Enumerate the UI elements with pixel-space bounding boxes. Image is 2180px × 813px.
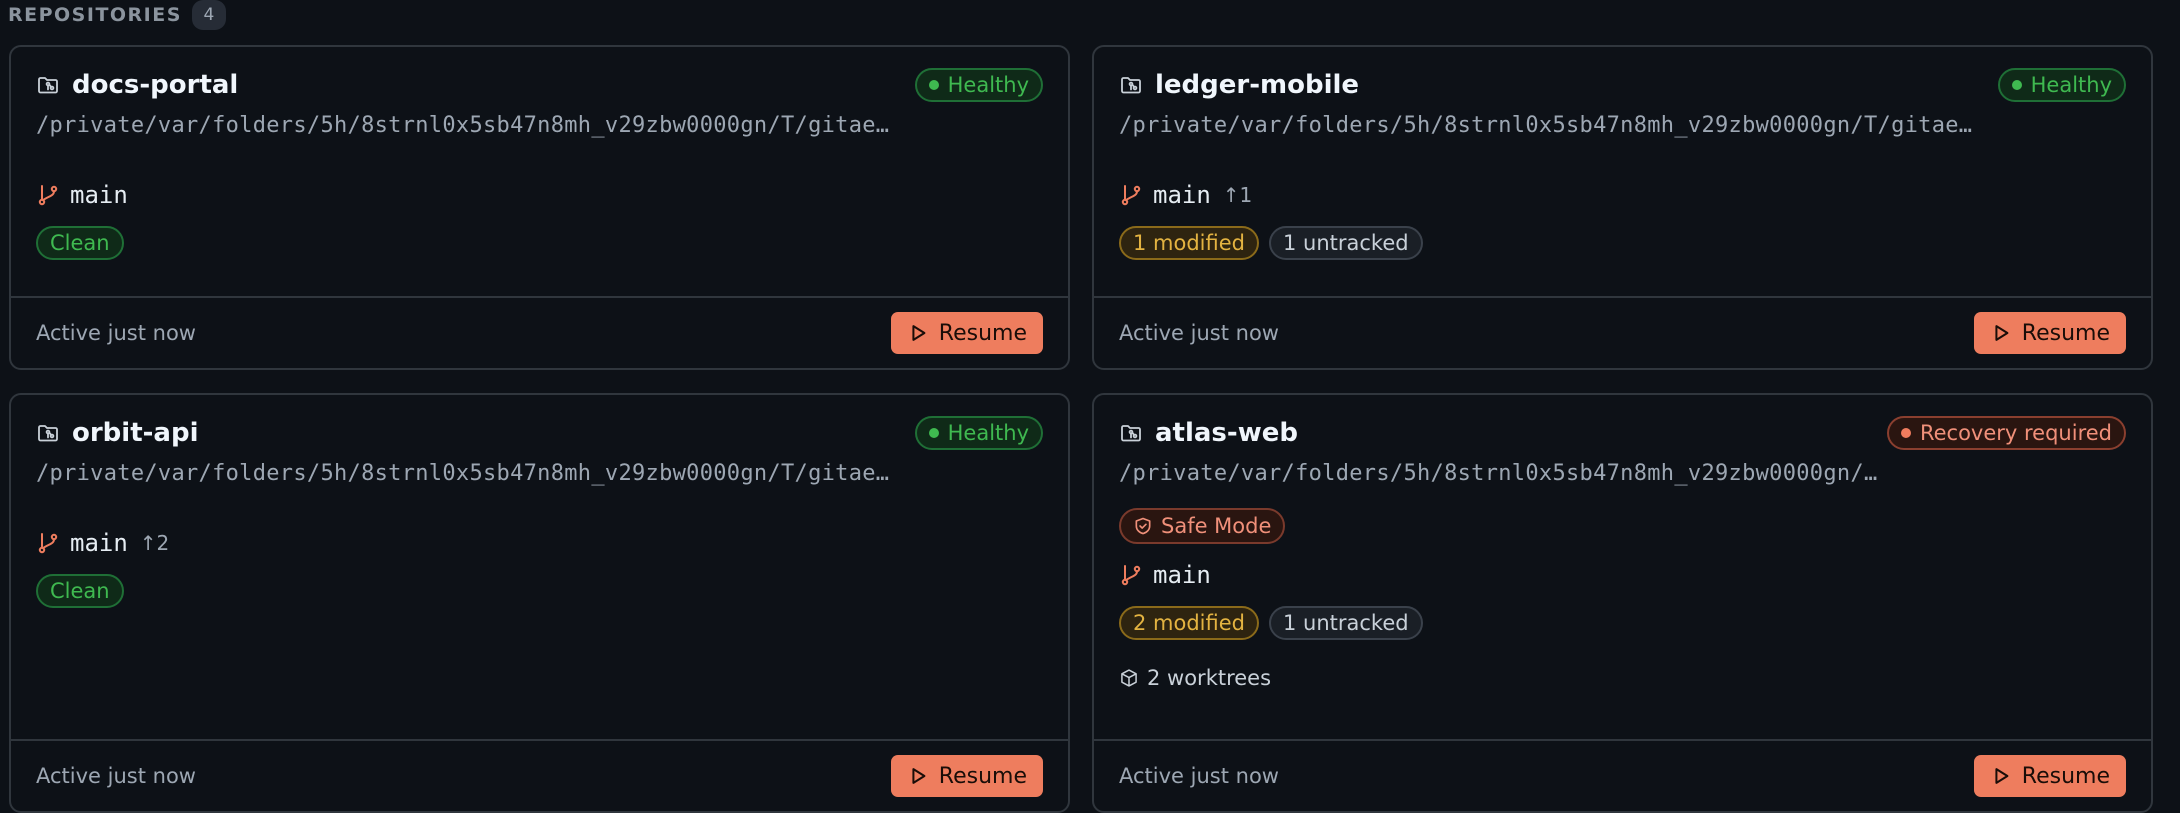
repo-name[interactable]: orbit-api	[72, 418, 199, 448]
repo-card-orbit-api: orbit-api Healthy /private/var/folders/5…	[9, 393, 1070, 813]
status-dot-icon	[2011, 80, 2022, 90]
git-branch-icon	[36, 183, 60, 207]
repositories-header: REPOSITORIES 4	[8, 0, 226, 30]
repo-path: /private/var/folders/5h/8strnl0x5sb47n8m…	[36, 461, 894, 486]
change-badges: 1 modified 1 untracked	[1119, 226, 2126, 260]
repo-card-docs-portal: docs-portal Healthy /private/var/folders…	[9, 45, 1070, 370]
change-badges: Clean	[36, 226, 1043, 260]
status-dot-icon	[928, 428, 939, 438]
untracked-badge: 1 untracked	[1268, 226, 1423, 260]
resume-label: Resume	[938, 320, 1027, 346]
repo-path: /private/var/folders/5h/8strnl0x5sb47n8m…	[1119, 113, 1977, 138]
git-branch-icon	[36, 531, 60, 555]
untracked-badge: 1 untracked	[1268, 606, 1423, 640]
ahead-count: ↑1	[1222, 183, 1253, 207]
clean-badge: Clean	[36, 574, 124, 608]
play-icon	[1990, 322, 2012, 344]
safe-mode-badge: Safe Mode	[1119, 508, 1286, 544]
status-badge: Healthy	[914, 68, 1043, 102]
status-dot-icon	[928, 80, 939, 90]
activity-status: Active just now	[1119, 321, 1279, 345]
branch-name: main	[70, 529, 128, 557]
resume-label: Resume	[2021, 763, 2110, 789]
change-badges: 2 modified 1 untracked	[1119, 606, 2126, 640]
resume-label: Resume	[2021, 320, 2110, 346]
worktrees-label: 2 worktrees	[1147, 666, 1272, 690]
branch-name: main	[70, 181, 128, 209]
repo-path: /private/var/folders/5h/8strnl0x5sb47n8m…	[1119, 461, 1878, 486]
modified-badge: 1 modified	[1119, 226, 1259, 260]
activity-status: Active just now	[1119, 764, 1279, 788]
status-label: Healthy	[947, 73, 1029, 97]
status-label: Healthy	[947, 421, 1029, 445]
repo-count-badge: 4	[191, 0, 226, 30]
branch-row: main ↑2	[36, 526, 1043, 560]
repo-card-ledger-mobile: ledger-mobile Healthy /private/var/folde…	[1092, 45, 2153, 370]
change-badges: Clean	[36, 574, 1043, 608]
safe-mode-label: Safe Mode	[1161, 514, 1272, 538]
activity-status: Active just now	[36, 764, 196, 788]
branch-name: main	[1153, 561, 1211, 589]
branch-row: main	[36, 178, 1043, 212]
repo-path: /private/var/folders/5h/8strnl0x5sb47n8m…	[36, 113, 894, 138]
branch-name: main	[1153, 181, 1211, 209]
status-badge: Healthy	[1997, 68, 2126, 102]
ahead-count: ↑2	[139, 531, 170, 555]
status-label: Healthy	[2030, 73, 2112, 97]
play-icon	[907, 322, 929, 344]
branch-row: main ↑1	[1119, 178, 2126, 212]
activity-status: Active just now	[36, 321, 196, 345]
play-icon	[907, 765, 929, 787]
resume-button[interactable]: Resume	[1973, 755, 2126, 797]
modified-badge: 2 modified	[1119, 606, 1259, 640]
repo-name[interactable]: atlas-web	[1155, 418, 1298, 448]
folder-git-icon	[36, 73, 60, 97]
shield-icon	[1135, 517, 1151, 535]
status-badge: Recovery required	[1886, 416, 2126, 450]
git-branch-icon	[1119, 563, 1143, 587]
status-label: Recovery required	[1919, 421, 2112, 445]
worktrees-info: 2 worktrees	[1119, 666, 2126, 690]
status-dot-icon	[1900, 428, 1911, 438]
clean-badge: Clean	[36, 226, 124, 260]
folder-git-icon	[36, 421, 60, 445]
repo-card-atlas-web: atlas-web Recovery required /private/var…	[1092, 393, 2153, 813]
repo-name[interactable]: ledger-mobile	[1155, 70, 1359, 100]
status-badge: Healthy	[914, 416, 1043, 450]
resume-button[interactable]: Resume	[1973, 312, 2126, 354]
repo-name[interactable]: docs-portal	[72, 70, 238, 100]
section-title: REPOSITORIES	[8, 4, 182, 26]
resume-button[interactable]: Resume	[890, 312, 1043, 354]
repo-grid: docs-portal Healthy /private/var/folders…	[9, 45, 2153, 813]
folder-git-icon	[1119, 421, 1143, 445]
git-branch-icon	[1119, 183, 1143, 207]
branch-row: main	[1119, 558, 2126, 592]
package-icon	[1121, 669, 1137, 687]
play-icon	[1990, 765, 2012, 787]
folder-git-icon	[1119, 73, 1143, 97]
resume-label: Resume	[938, 763, 1027, 789]
resume-button[interactable]: Resume	[890, 755, 1043, 797]
